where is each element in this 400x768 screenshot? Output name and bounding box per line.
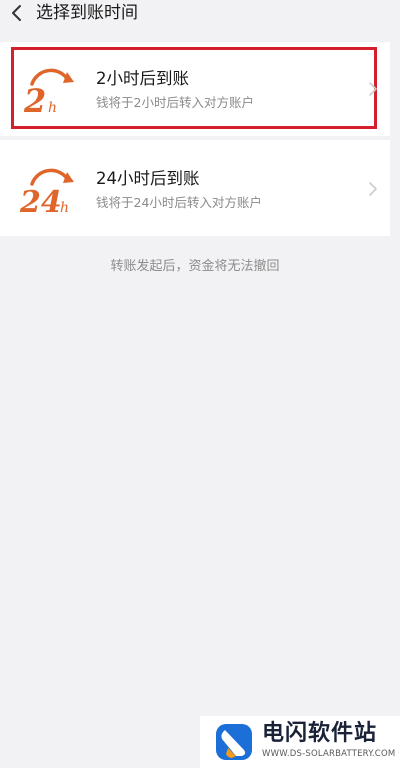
logo-unit: h (60, 200, 69, 216)
irrevocable-notice: 转账发起后，资金将无法撤回 (110, 259, 280, 274)
option-title: 24小时后到账 (96, 169, 200, 188)
option-24-hours[interactable]: 24 h 24小时后到账 钱将于24小时后转入对方账户 (0, 140, 390, 236)
header-bar: 选择到账时间 (0, 0, 400, 30)
chevron-right-icon (369, 82, 377, 96)
option-title: 2小时后到账 (96, 69, 189, 88)
watermark-name: 电闪软件站 (262, 721, 378, 746)
clock-2h-icon: 2 h (23, 68, 74, 118)
option-2-hours[interactable]: 2 h 2小时后到账 钱将于2小时后转入对方账户 (0, 42, 390, 136)
chevron-left-icon[interactable] (6, 2, 28, 24)
option-subtitle: 钱将于24小时后转入对方账户 (96, 195, 262, 210)
page-title: 选择到账时间 (36, 3, 138, 23)
watermark: 电闪软件站 WWW.DS-SOLARBATTERY.COM (200, 716, 400, 768)
option-subtitle: 钱将于2小时后转入对方账户 (96, 95, 254, 110)
clock-24h-icon: 24 h (19, 168, 74, 218)
watermark-url: WWW.DS-SOLARBATTERY.COM (262, 749, 396, 759)
logo-unit: h (48, 100, 57, 116)
chevron-right-icon (369, 182, 377, 196)
logo-number: 2 (23, 82, 46, 118)
logo-number: 24 (19, 185, 62, 218)
site-logo-icon (216, 724, 252, 760)
